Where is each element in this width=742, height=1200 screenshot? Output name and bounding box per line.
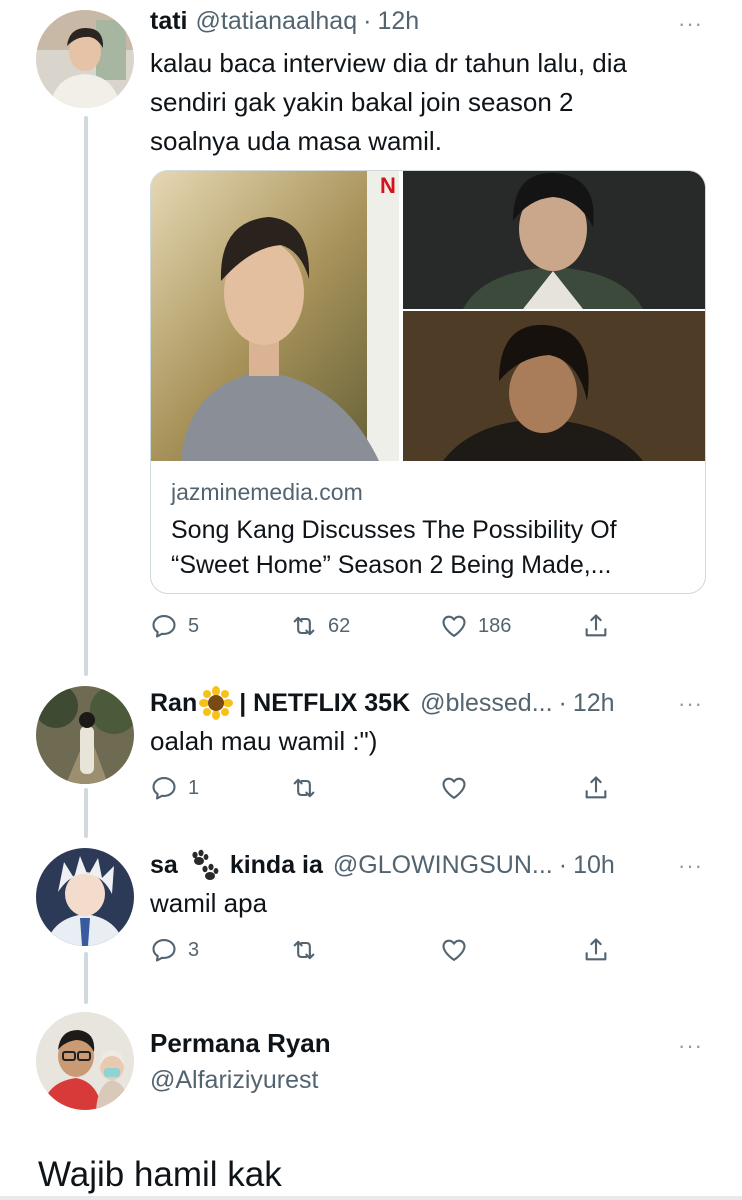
thread-line	[84, 116, 88, 676]
user-handle[interactable]: @tatianaalhaq	[196, 6, 358, 36]
tweet-text: oalah mau wamil :")	[150, 726, 378, 756]
card-title-line: “Sweet Home” Season 2 Being Made,...	[171, 551, 612, 579]
more-options-icon[interactable]: ···	[678, 1035, 703, 1057]
heart-icon	[442, 615, 466, 637]
card-title-line: Song Kang Discusses The Possibility Of	[171, 516, 617, 544]
like-button[interactable]: 186	[440, 612, 511, 640]
retweet-icon	[293, 778, 315, 798]
reply-icon	[152, 939, 176, 962]
like-button[interactable]	[440, 936, 478, 964]
sunflower-emoji	[199, 686, 234, 720]
avatar[interactable]	[36, 848, 134, 946]
display-name[interactable]: Permana Ryan	[150, 1028, 331, 1059]
heart-icon	[442, 939, 466, 961]
share-icon	[585, 614, 607, 637]
user-handle[interactable]: @GLOWINGSUN...	[333, 850, 553, 880]
avatar[interactable]	[36, 10, 134, 108]
card-image-portrait: N	[151, 171, 399, 461]
share-button[interactable]	[582, 774, 620, 802]
retweet-icon	[293, 940, 315, 960]
retweet-button[interactable]	[290, 936, 328, 964]
reply-button[interactable]: 3	[150, 936, 199, 964]
thread-line	[84, 952, 88, 1004]
reply-icon	[152, 777, 176, 800]
like-count: 186	[478, 614, 512, 637]
display-name[interactable]: sa	[150, 850, 178, 880]
retweet-button[interactable]: 62	[290, 612, 350, 640]
more-options-icon[interactable]: ···	[678, 855, 703, 877]
separator-dot: ·	[363, 7, 372, 35]
share-button[interactable]	[582, 612, 620, 640]
timestamp[interactable]: 12h	[573, 688, 615, 718]
retweet-button[interactable]	[290, 774, 328, 802]
link-card[interactable]: N jazminemedia.com Song Kang Discusses T…	[150, 170, 706, 594]
card-domain: jazminemedia.com	[171, 479, 363, 505]
share-icon	[585, 776, 607, 799]
timestamp[interactable]: 12h	[377, 6, 419, 36]
display-name-suffix[interactable]: | NETFLIX 35K	[239, 688, 410, 718]
tweet-text: wamil apa	[150, 888, 268, 918]
share-icon	[585, 938, 607, 961]
card-title: Song Kang Discusses The Possibility Of “…	[171, 513, 691, 583]
netflix-badge: N	[380, 173, 396, 198]
retweet-count: 62	[328, 614, 351, 637]
user-handle[interactable]: @blessed...	[420, 688, 552, 718]
display-name[interactable]: Ran	[150, 688, 197, 718]
reply-count: 3	[188, 938, 200, 961]
tweet-text-line: soalnya uda masa wamil.	[150, 126, 442, 156]
reply-button[interactable]: 5	[150, 612, 199, 640]
tweet-header: Ran | NETFLIX 35K @blessed... · 12h	[150, 686, 615, 720]
tweet-text-line: kalau baca interview dia dr tahun lalu, …	[150, 48, 627, 78]
tweet-text: kalau baca interview dia dr tahun lalu, …	[150, 44, 627, 161]
tweet-header: tati @tatianaalhaq · 12h	[150, 6, 419, 36]
more-options-icon[interactable]: ···	[678, 13, 703, 35]
divider	[0, 1196, 742, 1200]
card-image-scene	[403, 171, 705, 309]
like-button[interactable]	[440, 774, 478, 802]
card-image-scene	[403, 311, 705, 461]
share-button[interactable]	[582, 936, 620, 964]
more-options-icon[interactable]: ···	[678, 693, 703, 715]
tweet-header: sa kinda ia @GLOWINGSUN... · 10h	[150, 848, 615, 882]
separator-dot: ·	[558, 851, 568, 879]
tweet-text-line: sendiri gak yakin bakal join season 2	[150, 87, 574, 117]
paw-prints-emoji	[192, 849, 219, 880]
separator-dot: ·	[558, 689, 567, 717]
reply-button[interactable]: 1	[150, 774, 199, 802]
avatar[interactable]	[36, 686, 134, 784]
user-handle[interactable]: @Alfariziyurest	[150, 1066, 318, 1095]
heart-icon	[442, 777, 466, 799]
display-name[interactable]: tati	[150, 6, 188, 36]
display-name-suffix[interactable]: kinda ia	[230, 850, 323, 880]
reply-count: 5	[188, 614, 200, 637]
avatar[interactable]	[36, 1012, 134, 1110]
tweet-text: Wajib hamil kak	[38, 1155, 282, 1194]
reply-icon	[152, 615, 176, 638]
retweet-icon	[293, 616, 315, 636]
timestamp[interactable]: 10h	[573, 850, 615, 880]
thread-line	[84, 788, 88, 838]
reply-count: 1	[188, 776, 200, 799]
